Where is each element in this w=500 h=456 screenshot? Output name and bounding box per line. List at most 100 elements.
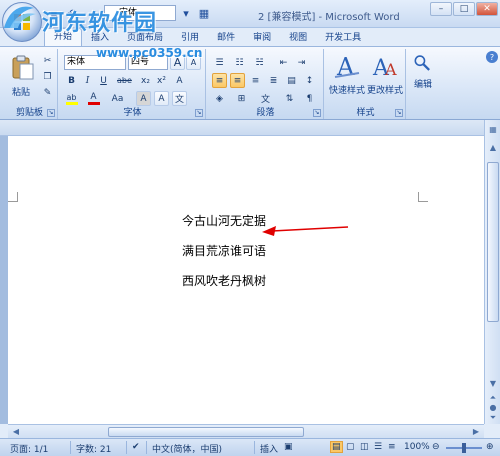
macro-record-icon[interactable]: ▣	[284, 442, 293, 452]
bullets-icon[interactable]: ☰	[212, 55, 227, 70]
show-marks-icon[interactable]: ¶	[302, 91, 317, 106]
char-shading-button[interactable]: A	[136, 91, 151, 106]
underline-button[interactable]: U	[96, 73, 111, 88]
highlight-button[interactable]: ab	[64, 91, 79, 106]
italic-button[interactable]: I	[80, 73, 95, 88]
paragraph-launcher-icon[interactable]: ↘	[313, 109, 321, 117]
next-page-icon[interactable]: ⏷	[487, 412, 499, 424]
zoom-out-icon[interactable]: ⊖	[432, 442, 440, 452]
change-styles-icon: A A	[372, 56, 397, 81]
document-line[interactable]: 今古山河无定据	[182, 212, 266, 229]
margin-mark-top-left	[8, 192, 18, 202]
bold-button[interactable]: B	[64, 73, 79, 88]
change-case-button[interactable]: Aa	[110, 91, 125, 106]
print-layout-view-icon[interactable]: ▤	[330, 441, 343, 453]
tab-view[interactable]: 视图	[280, 30, 316, 46]
paste-button[interactable]: 粘贴	[8, 55, 34, 98]
quick-styles-button[interactable]: A 快速样式	[328, 53, 366, 96]
chinese-layout-icon[interactable]: 文	[258, 91, 273, 106]
document-page[interactable]: 今古山河无定据 满目荒凉谁可语 西风吹老丹枫树	[8, 136, 484, 424]
close-button[interactable]: ✕	[476, 2, 498, 16]
justify-icon[interactable]: ≣	[266, 73, 281, 88]
insert-mode[interactable]: 插入	[260, 442, 278, 455]
page-count[interactable]: 页面: 1/1	[10, 442, 48, 455]
scroll-left-icon[interactable]: ◀	[10, 426, 22, 438]
zoom-in-icon[interactable]: ⊕	[486, 442, 494, 452]
full-screen-view-icon[interactable]: ▢	[346, 442, 355, 452]
align-right-icon[interactable]: ≡	[248, 73, 263, 88]
scroll-down-icon[interactable]: ▼	[487, 378, 499, 390]
change-styles-button[interactable]: A A 更改样式	[366, 53, 404, 96]
tab-mailings[interactable]: 邮件	[208, 30, 244, 46]
decrease-indent-icon[interactable]: ⇤	[276, 55, 291, 70]
margin-mark-top-right	[418, 192, 428, 202]
quick-styles-label: 快速样式	[328, 86, 365, 96]
paste-icon	[12, 55, 34, 80]
tab-review[interactable]: 审阅	[244, 30, 280, 46]
paragraph-group-label: 段落	[256, 108, 275, 118]
clipboard-group: 粘贴 ✂ ❐ ✎ 剪贴板 ↘	[2, 49, 58, 119]
proofing-icon[interactable]: ✔	[132, 442, 140, 452]
format-painter-icon[interactable]: ✎	[40, 85, 55, 100]
outline-view-icon[interactable]: ☰	[374, 442, 382, 452]
numbering-icon[interactable]: ☷	[232, 55, 247, 70]
cut-icon[interactable]: ✂	[40, 53, 55, 68]
editing-button[interactable]: 编辑	[408, 53, 438, 90]
shading-icon[interactable]: ◈	[212, 91, 227, 106]
scroll-right-icon[interactable]: ▶	[470, 426, 482, 438]
status-separator	[70, 441, 71, 454]
document-line[interactable]: 西风吹老丹枫树	[182, 272, 266, 289]
distributed-icon[interactable]: ▤	[284, 73, 299, 88]
horizontal-scroll-thumb[interactable]	[108, 427, 304, 437]
ruler-strip	[0, 120, 484, 136]
styles-group: A 快速样式 A A 更改样式 样式 ↘	[326, 49, 406, 119]
line-spacing-icon[interactable]: ↕	[302, 73, 317, 88]
styles-launcher-icon[interactable]: ↘	[395, 109, 403, 117]
quick-access-item-icon[interactable]: ▦	[196, 5, 212, 21]
styles-group-label: 样式	[356, 108, 375, 118]
ruler-toggle-icon[interactable]: ▦	[487, 124, 499, 136]
char-border-button[interactable]: A	[154, 91, 169, 106]
editing-group: 编辑	[408, 49, 438, 119]
font-color-button[interactable]: A	[86, 91, 101, 106]
phonetic-guide-icon[interactable]: 文	[172, 91, 187, 106]
word-count[interactable]: 字数: 21	[76, 442, 111, 455]
svg-text:A: A	[384, 60, 397, 79]
status-separator	[146, 441, 147, 454]
zoom-level[interactable]: 100%	[404, 442, 430, 452]
maximize-button[interactable]: □	[453, 2, 475, 16]
vertical-scrollbar[interactable]: ▦ ▲ ▼ ⏶ ● ⏷	[484, 120, 500, 424]
tab-references[interactable]: 引用	[172, 30, 208, 46]
align-left-icon[interactable]: ≡	[212, 73, 227, 88]
subscript-button[interactable]: x₂	[138, 73, 153, 88]
font-group-label: 字体	[123, 108, 142, 118]
quick-access-more-icon[interactable]: ▾	[178, 5, 194, 21]
tab-developer[interactable]: 开发工具	[316, 30, 370, 46]
increase-indent-icon[interactable]: ⇥	[294, 55, 309, 70]
minimize-button[interactable]: –	[430, 2, 452, 16]
horizontal-scrollbar[interactable]: ◀ ▶	[8, 424, 484, 438]
document-line[interactable]: 满目荒凉谁可语	[182, 242, 266, 259]
scroll-up-icon[interactable]: ▲	[487, 142, 499, 154]
strikethrough-button[interactable]: abe	[116, 73, 133, 88]
copy-icon[interactable]: ❐	[40, 69, 55, 84]
font-launcher-icon[interactable]: ↘	[195, 109, 203, 117]
borders-icon[interactable]: ⊞	[234, 91, 249, 106]
quick-access-extra: ▾ ▦	[178, 5, 212, 21]
superscript-button[interactable]: x²	[154, 73, 169, 88]
vertical-scroll-thumb[interactable]	[487, 162, 499, 322]
highlight-label: ab	[66, 92, 77, 102]
web-layout-view-icon[interactable]: ◫	[360, 442, 369, 452]
ribbon: 粘贴 ✂ ❐ ✎ 剪贴板 ↘ 宋体 四号 A A B I U abe x₂ x²…	[0, 46, 500, 120]
sort-icon[interactable]: ⇅	[282, 91, 297, 106]
align-center-icon[interactable]: ≡	[230, 73, 245, 88]
draft-view-icon[interactable]: ≡	[388, 442, 396, 452]
language[interactable]: 中文(简体，中国)	[152, 442, 222, 455]
clipboard-launcher-icon[interactable]: ↘	[47, 109, 55, 117]
multilevel-list-icon[interactable]: ☵	[252, 55, 267, 70]
clear-formatting-button[interactable]: A	[172, 73, 187, 88]
paragraph-group: ☰ ☷ ☵ ⇤ ⇥ ≡ ≡ ≡ ≣ ▤ ↕ ◈ ⊞ 文 ⇅ ¶ 段落 ↘	[208, 49, 324, 119]
window-title: 2 [兼容模式] - Microsoft Word	[258, 12, 400, 23]
help-icon[interactable]: ?	[486, 51, 498, 63]
zoom-slider-thumb[interactable]	[462, 443, 466, 453]
